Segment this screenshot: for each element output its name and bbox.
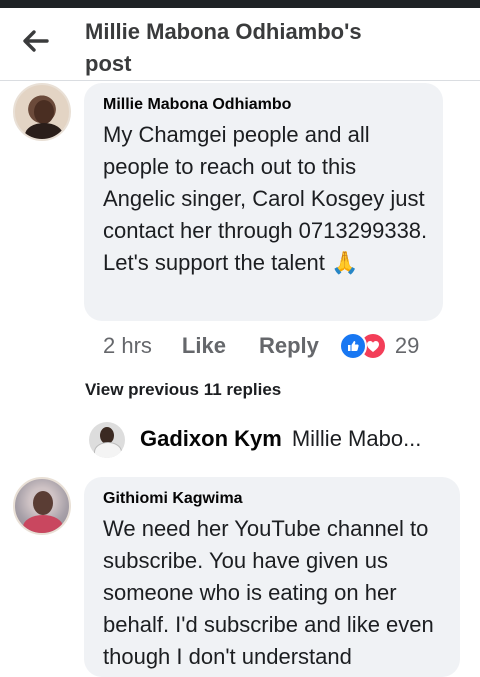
comment-bubble[interactable]: Githiomi Kagwima We need her YouTube cha… — [84, 477, 460, 677]
avatar-face — [33, 491, 53, 515]
comment-author[interactable]: Millie Mabona Odhiambo — [103, 96, 291, 114]
avatar-body — [25, 123, 63, 139]
comment-bubble[interactable]: Millie Mabona Odhiambo My Chamgei people… — [84, 83, 443, 321]
back-button[interactable] — [18, 26, 52, 56]
comment-text: We need her YouTube channel to subscribe… — [103, 516, 434, 669]
reply-snippet: Millie Mabo... — [291, 426, 422, 451]
like-button[interactable]: Like — [182, 333, 226, 359]
avatar-body — [23, 515, 63, 533]
avatar-face — [34, 100, 54, 124]
arrow-left-icon — [23, 30, 49, 52]
view-previous-replies-link[interactable]: View previous 11 replies — [85, 380, 281, 400]
reactions-summary[interactable]: 29 — [338, 332, 420, 360]
reply-button[interactable]: Reply — [259, 333, 319, 359]
avatar[interactable] — [89, 422, 125, 458]
comment-actions: 2 hrs Like Reply 29 — [103, 330, 419, 362]
reply-preview[interactable]: Gadixon Kym Millie Mabo... — [140, 426, 421, 452]
reaction-count: 29 — [394, 333, 420, 358]
status-bar — [0, 0, 480, 8]
avatar[interactable] — [13, 477, 71, 535]
reply-author: Gadixon Kym — [140, 426, 282, 451]
comment-timestamp[interactable]: 2 hrs — [103, 333, 152, 359]
page-title: Millie Mabona Odhiambo's post — [85, 19, 362, 76]
avatar[interactable] — [13, 83, 71, 141]
avatar-body — [94, 442, 122, 458]
comment-author[interactable]: Githiomi Kagwima — [103, 490, 243, 508]
post-header: Millie Mabona Odhiambo's post — [0, 8, 480, 81]
comment-text: My Chamgei people and all people to reac… — [103, 122, 428, 275]
thumbs-up-icon — [338, 332, 367, 360]
